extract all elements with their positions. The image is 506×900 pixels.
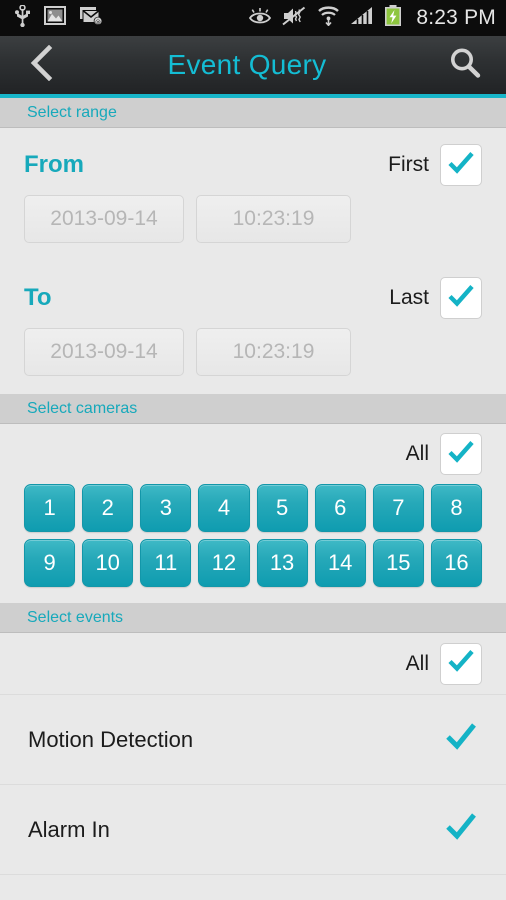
section-header-select-events-label: Select events xyxy=(27,608,124,626)
section-header-select-range-label: Select range xyxy=(27,103,117,121)
status-bar-left-icons: @ xyxy=(14,3,103,32)
range-to-label: To xyxy=(24,284,52,311)
app-root: @ 8:23 PM Event Query Select range From … xyxy=(0,0,506,900)
events-all-checkbox[interactable] xyxy=(440,642,482,685)
camera-button-4[interactable]: 4 xyxy=(198,484,250,532)
event-label: Motion Detection xyxy=(28,726,194,752)
check-icon xyxy=(447,439,475,470)
range-row-from: From First 2013-09-14 10:23:19 xyxy=(24,128,482,261)
camera-button-2[interactable]: 2 xyxy=(82,484,134,532)
range-from-label: From xyxy=(24,151,84,178)
cameras-all-label: All xyxy=(405,442,429,465)
camera-button-14[interactable]: 14 xyxy=(314,539,366,587)
event-checkmark[interactable] xyxy=(444,722,478,757)
first-checkbox-label: First xyxy=(388,153,429,176)
camera-button-16[interactable]: 16 xyxy=(430,539,482,587)
section-header-select-events: Select events xyxy=(0,603,506,633)
page-title: Event Query xyxy=(167,49,327,80)
events-all-row: All xyxy=(0,633,506,695)
search-button[interactable] xyxy=(426,36,504,94)
status-clock: 8:23 PM xyxy=(416,6,496,29)
range-panel: From First 2013-09-14 10:23:19 To Last 2… xyxy=(0,128,506,394)
last-checkbox[interactable] xyxy=(440,277,482,319)
mute-icon xyxy=(282,6,307,31)
from-date-field[interactable]: 2013-09-14 xyxy=(24,195,184,243)
camera-button-13[interactable]: 13 xyxy=(256,539,308,587)
to-date-field[interactable]: 2013-09-14 xyxy=(24,328,184,376)
section-header-select-cameras-label: Select cameras xyxy=(27,399,138,417)
check-icon xyxy=(444,722,478,757)
check-icon xyxy=(447,648,475,679)
camera-button-12[interactable]: 12 xyxy=(198,539,250,587)
check-icon xyxy=(447,150,475,181)
event-row-motion-detection[interactable]: Motion Detection xyxy=(0,695,506,785)
event-checkmark[interactable] xyxy=(444,812,478,847)
range-from-inputs: 2013-09-14 10:23:19 xyxy=(24,188,482,261)
event-label: Alarm In xyxy=(28,816,110,842)
camera-button-9[interactable]: 9 xyxy=(24,539,76,587)
cameras-all-row: All xyxy=(24,424,482,484)
eye-icon xyxy=(248,7,272,30)
camera-button-3[interactable]: 3 xyxy=(140,484,192,532)
check-icon xyxy=(447,283,475,314)
to-time-field[interactable]: 10:23:19 xyxy=(196,328,351,376)
action-bar: Event Query xyxy=(0,36,506,98)
battery-charging-icon xyxy=(384,4,402,32)
range-from-check-wrap: First xyxy=(388,144,482,186)
event-row-partial[interactable] xyxy=(0,875,506,900)
check-icon xyxy=(444,812,478,847)
range-to-inputs: 2013-09-14 10:23:19 xyxy=(24,321,482,394)
events-panel: All Motion Detection Alarm In xyxy=(0,633,506,900)
camera-button-7[interactable]: 7 xyxy=(372,484,424,532)
usb-icon xyxy=(14,3,31,32)
event-row-alarm-in[interactable]: Alarm In xyxy=(0,785,506,875)
from-time-field[interactable]: 10:23:19 xyxy=(196,195,351,243)
camera-button-15[interactable]: 15 xyxy=(372,539,424,587)
search-icon xyxy=(448,46,482,85)
chevron-left-icon xyxy=(30,44,53,86)
camera-button-8[interactable]: 8 xyxy=(430,484,482,532)
status-bar: @ 8:23 PM xyxy=(0,0,506,36)
events-all-label: All xyxy=(405,651,429,675)
camera-button-1[interactable]: 1 xyxy=(24,484,76,532)
last-checkbox-label: Last xyxy=(389,286,429,309)
wifi-icon xyxy=(317,5,340,31)
section-header-select-range: Select range xyxy=(0,98,506,128)
range-from-head: From First xyxy=(24,142,482,188)
cameras-panel: All 1 2 3 4 5 6 7 8 9 10 11 12 13 14 15 … xyxy=(0,424,506,603)
first-checkbox[interactable] xyxy=(440,144,482,186)
image-icon xyxy=(44,6,66,30)
camera-button-6[interactable]: 6 xyxy=(314,484,366,532)
range-to-head: To Last xyxy=(24,275,482,321)
camera-button-10[interactable]: 10 xyxy=(82,539,134,587)
status-bar-right-icons: 8:23 PM xyxy=(248,4,496,32)
range-to-check-wrap: Last xyxy=(389,277,482,319)
cameras-all-checkbox[interactable] xyxy=(440,433,482,475)
svg-text:@: @ xyxy=(95,19,101,25)
camera-button-11[interactable]: 11 xyxy=(140,539,192,587)
signal-icon xyxy=(350,6,374,30)
camera-button-grid: 1 2 3 4 5 6 7 8 9 10 11 12 13 14 15 16 xyxy=(24,484,482,587)
camera-button-5[interactable]: 5 xyxy=(256,484,308,532)
mail-icon: @ xyxy=(79,6,103,31)
range-row-to: To Last 2013-09-14 10:23:19 xyxy=(24,261,482,394)
section-header-select-cameras: Select cameras xyxy=(0,394,506,424)
